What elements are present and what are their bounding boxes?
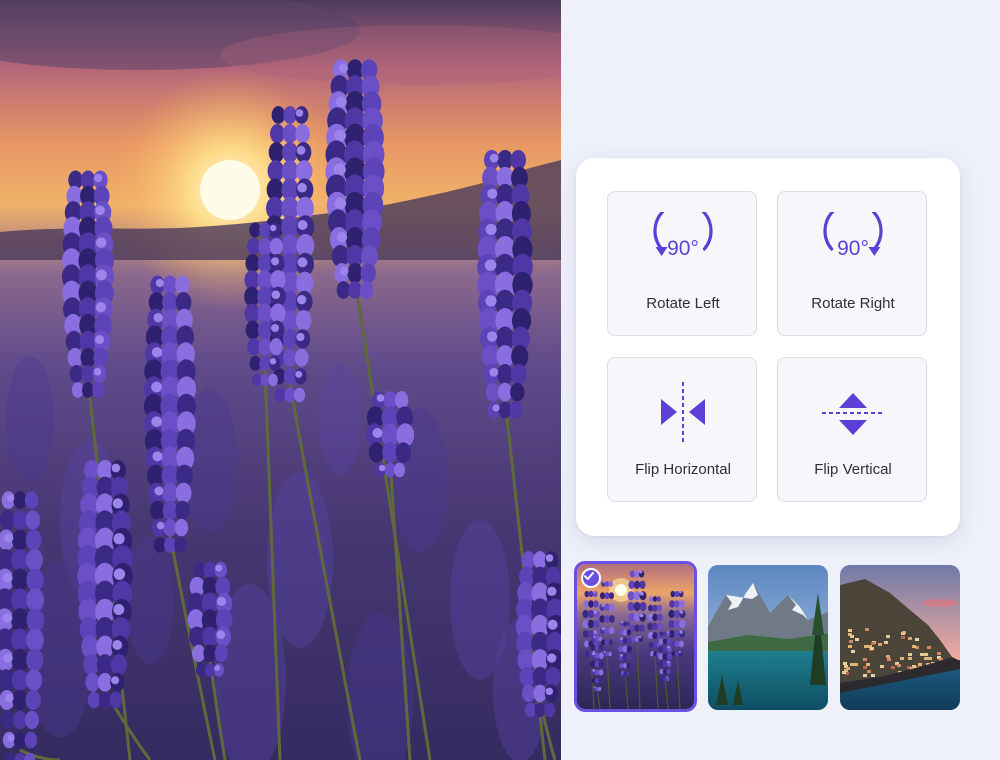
thumbnail-coastal-village[interactable] [840, 565, 960, 710]
main-image [0, 0, 561, 760]
lavender-field-photo [0, 0, 561, 760]
flip-vertical-label: Flip Vertical [814, 461, 892, 478]
flip-horizontal-icon [608, 378, 758, 448]
thumbnail-lavender-sunset[interactable] [574, 561, 697, 712]
rotate-right-button[interactable]: 90° Rotate Right [777, 191, 927, 336]
flip-horizontal-button[interactable]: Flip Horizontal [607, 357, 757, 502]
mountain-lake-thumbnail-image [708, 565, 828, 710]
flip-horizontal-label: Flip Horizontal [635, 461, 731, 478]
rotate-right-label: Rotate Right [811, 295, 895, 312]
rotate-right-icon: 90° [778, 212, 928, 282]
rotate-left-label: Rotate Left [646, 295, 720, 312]
coastal-village-thumbnail-image [840, 565, 960, 710]
rotate-left-icon: 90° [608, 212, 758, 282]
thumbnail-mountain-lake[interactable] [708, 565, 828, 710]
transform-tools-card: 90° Rotate Left 90° Rotate Right Flip Ho… [576, 158, 960, 536]
flip-vertical-icon [778, 378, 928, 448]
rotate-left-button[interactable]: 90° Rotate Left [607, 191, 757, 336]
rotate-degrees-label: 90° [667, 237, 699, 260]
flip-vertical-button[interactable]: Flip Vertical [777, 357, 927, 502]
rotate-degrees-label: 90° [837, 237, 869, 260]
selected-check-icon [581, 568, 601, 588]
